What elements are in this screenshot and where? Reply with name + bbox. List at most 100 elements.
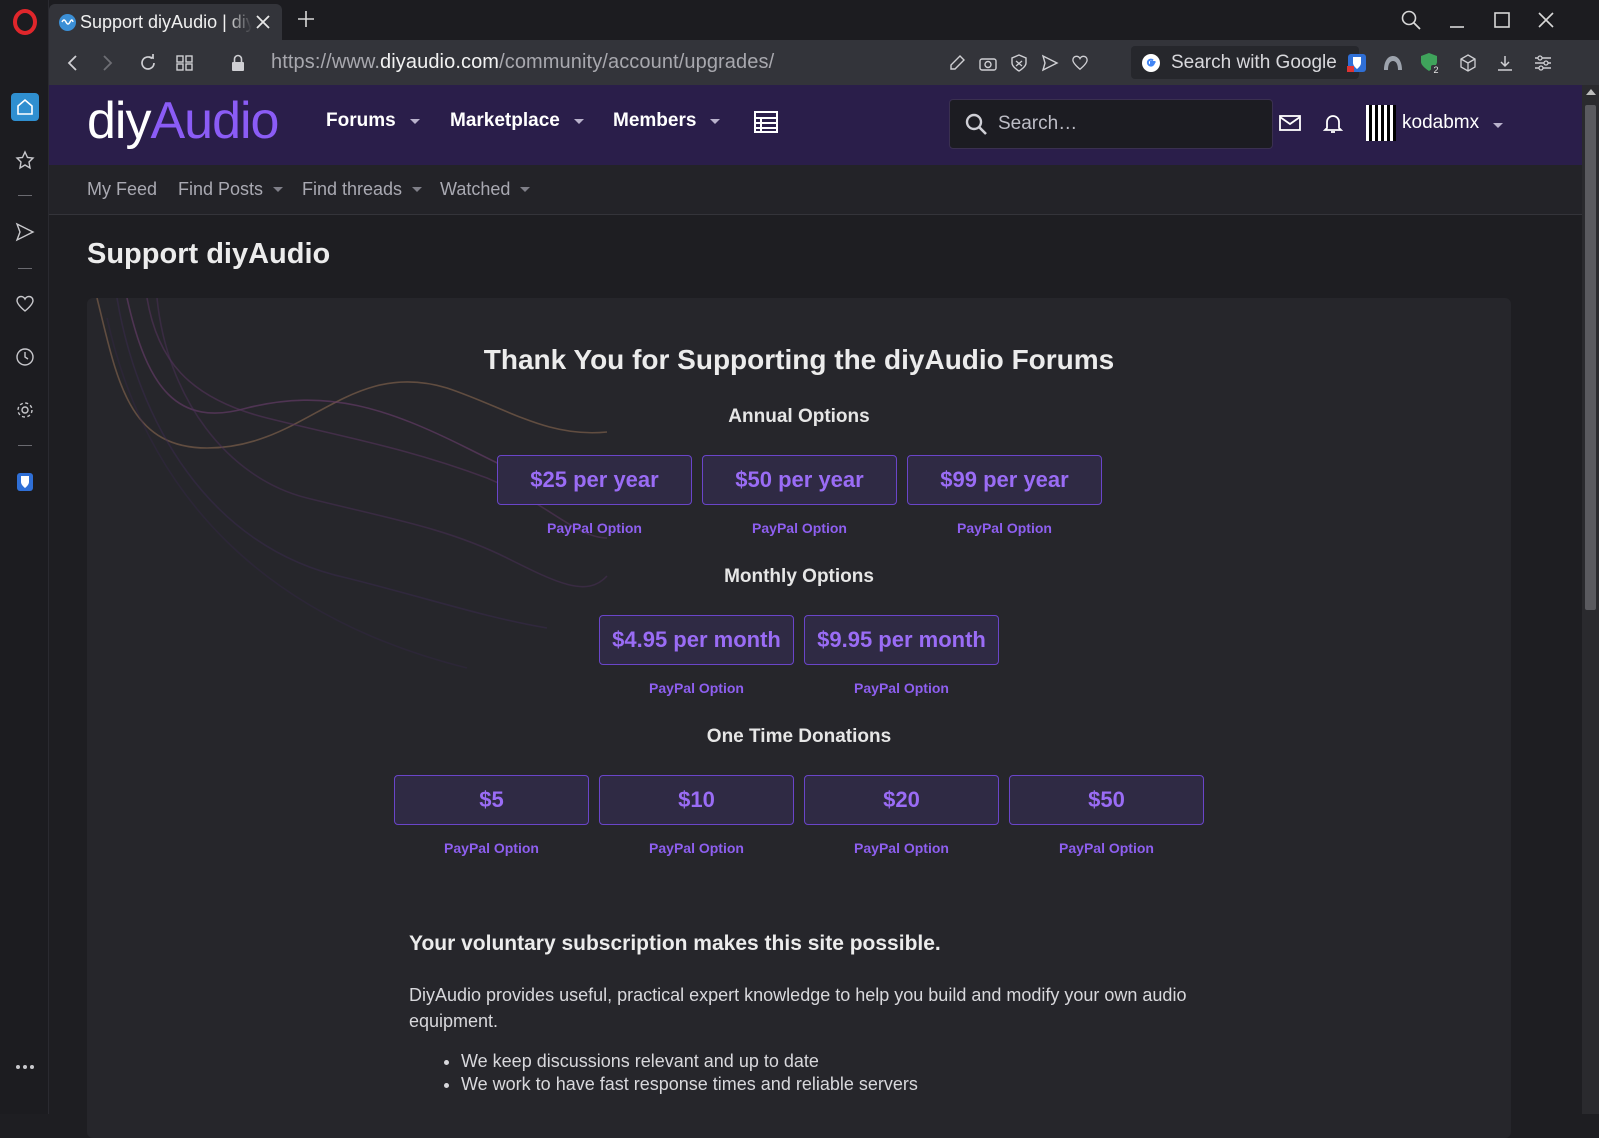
page-title: Support diyAudio [87, 238, 331, 270]
site-search-input[interactable] [998, 113, 1258, 135]
subnav-label: Find threads [302, 179, 403, 199]
google-search-box[interactable]: Search with Google [1131, 46, 1359, 79]
site-search-box[interactable] [949, 99, 1273, 149]
monthly-4-95-button[interactable]: $4.95 per month [599, 615, 794, 665]
chevron-down-icon[interactable] [409, 118, 420, 124]
tab-bar: Support diyAudio | diyAudio [49, 0, 1599, 40]
nav-members[interactable]: Members [613, 110, 721, 132]
subnav-watched[interactable]: Watched [440, 179, 531, 200]
annual-50-button[interactable]: $50 per year [702, 455, 897, 505]
subnav-find-posts[interactable]: Find Posts [178, 179, 284, 200]
cube-extension-icon[interactable] [1457, 52, 1479, 74]
settings-gear-icon[interactable] [12, 397, 38, 423]
donate-5-button[interactable]: $5 [394, 775, 589, 825]
home-icon[interactable] [11, 93, 39, 121]
browser-tab-active[interactable]: Support diyAudio | diyAudio [49, 4, 282, 40]
close-window-icon[interactable] [1534, 8, 1558, 32]
google-icon [1142, 53, 1160, 72]
chevron-down-icon[interactable] [573, 118, 584, 124]
avatar[interactable] [1366, 105, 1396, 141]
more-dots-icon[interactable] [12, 1054, 38, 1080]
bell-icon[interactable] [1321, 111, 1345, 135]
sidebar-divider [18, 268, 32, 269]
paypal-option-link[interactable]: PayPal Option [907, 520, 1102, 536]
bookmark-heart-icon[interactable] [1069, 52, 1091, 74]
nav-forums[interactable]: Forums [326, 110, 420, 132]
paypal-option-link[interactable]: PayPal Option [1009, 840, 1204, 856]
paypal-option-link[interactable]: PayPal Option [599, 680, 794, 696]
subnav-my-feed[interactable]: My Feed [87, 179, 157, 200]
tab-search-icon[interactable] [1399, 8, 1423, 32]
history-clock-icon[interactable] [12, 344, 38, 370]
minimize-icon[interactable] [1445, 8, 1469, 32]
paypal-option-link[interactable]: PayPal Option [804, 680, 999, 696]
lock-icon[interactable] [227, 52, 249, 74]
paypal-option-link[interactable]: PayPal Option [394, 840, 589, 856]
chevron-down-icon[interactable] [520, 187, 531, 192]
vpn-extension-icon[interactable] [1382, 52, 1404, 74]
annual-options-label: Annual Options [728, 406, 870, 427]
sidebar-divider [18, 445, 32, 446]
url-domain: diyaudio.com [380, 51, 500, 73]
annual-99-button[interactable]: $99 per year [907, 455, 1102, 505]
monthly-9-95-button[interactable]: $9.95 per month [804, 615, 999, 665]
donate-10-button[interactable]: $10 [599, 775, 794, 825]
donate-20-button[interactable]: $20 [804, 775, 999, 825]
send-to-flow-icon[interactable] [1039, 52, 1061, 74]
scrollbar-thumb[interactable] [1585, 105, 1596, 610]
list-item: We keep discussions relevant and up to d… [461, 1050, 918, 1073]
bitwarden-shield-icon[interactable] [12, 469, 38, 495]
subnav-label: Watched [440, 179, 511, 199]
download-icon[interactable] [1494, 52, 1516, 74]
bitwarden-extension-icon[interactable] [1346, 52, 1368, 74]
url-text[interactable]: https://www.diyaudio.com/community/accou… [271, 51, 774, 74]
page-scrollbar[interactable] [1582, 85, 1599, 1114]
maximize-icon[interactable] [1490, 8, 1514, 32]
tab-close-icon[interactable] [254, 13, 272, 31]
paypal-option-link[interactable]: PayPal Option [804, 840, 999, 856]
annual-25-button[interactable]: $25 per year [497, 455, 692, 505]
paypal-option-link[interactable]: PayPal Option [497, 520, 692, 536]
tab-title: Support diyAudio | diyAudio [80, 11, 252, 32]
diyaudio-logo[interactable]: diyAudio [87, 91, 279, 151]
donate-50-button[interactable]: $50 [1009, 775, 1204, 825]
monthly-options-label: Monthly Options [724, 566, 874, 587]
edit-share-icon[interactable] [946, 52, 968, 74]
back-arrow-icon[interactable] [61, 52, 83, 74]
speed-dial-grid-icon[interactable] [174, 52, 196, 74]
heart-icon[interactable] [12, 291, 38, 317]
new-tab-plus-icon[interactable] [295, 8, 317, 30]
nav-marketplace[interactable]: Marketplace [450, 110, 584, 132]
envelope-icon[interactable] [1278, 111, 1302, 135]
chevron-down-icon[interactable] [710, 118, 721, 124]
url-prefix: https://www. [271, 51, 381, 73]
description-paragraph: DiyAudio provides useful, practical expe… [409, 985, 1187, 1031]
paypal-option-link[interactable]: PayPal Option [599, 840, 794, 856]
chevron-down-icon[interactable] [273, 187, 284, 192]
scroll-up-arrow-icon[interactable] [1586, 89, 1596, 95]
address-bar: https://www.diyaudio.com/community/accou… [49, 40, 1599, 85]
chevron-down-icon[interactable] [412, 187, 423, 192]
easy-setup-icon[interactable] [1532, 52, 1554, 74]
snapshot-camera-icon[interactable] [977, 52, 999, 74]
account-menu[interactable]: kodabmx [1402, 112, 1504, 134]
subscription-heading: Your voluntary subscription makes this s… [409, 932, 941, 955]
support-panel: Thank You for Supporting the diyAudio Fo… [87, 298, 1511, 1138]
chevron-down-icon[interactable] [1493, 123, 1504, 128]
subnav-find-threads[interactable]: Find threads [302, 179, 423, 200]
search-icon [965, 113, 987, 135]
diyaudio-favicon-icon [59, 13, 76, 31]
extension-badge: 2 [1433, 65, 1438, 74]
forward-arrow-icon[interactable] [97, 52, 119, 74]
list-item: We work to have fast response times and … [461, 1073, 918, 1096]
sidebar-divider [18, 195, 32, 196]
flow-send-icon[interactable] [12, 219, 38, 245]
adblock-shield-icon[interactable] [1008, 52, 1030, 74]
opera-logo-icon[interactable] [12, 9, 38, 35]
shield-extension-icon[interactable]: 2 [1419, 52, 1441, 74]
logo-diy: diy [87, 92, 151, 150]
bookmarks-icon[interactable] [12, 147, 38, 173]
reload-icon[interactable] [137, 52, 159, 74]
paypal-option-link[interactable]: PayPal Option [702, 520, 897, 536]
whats-new-list-icon[interactable] [754, 111, 778, 133]
